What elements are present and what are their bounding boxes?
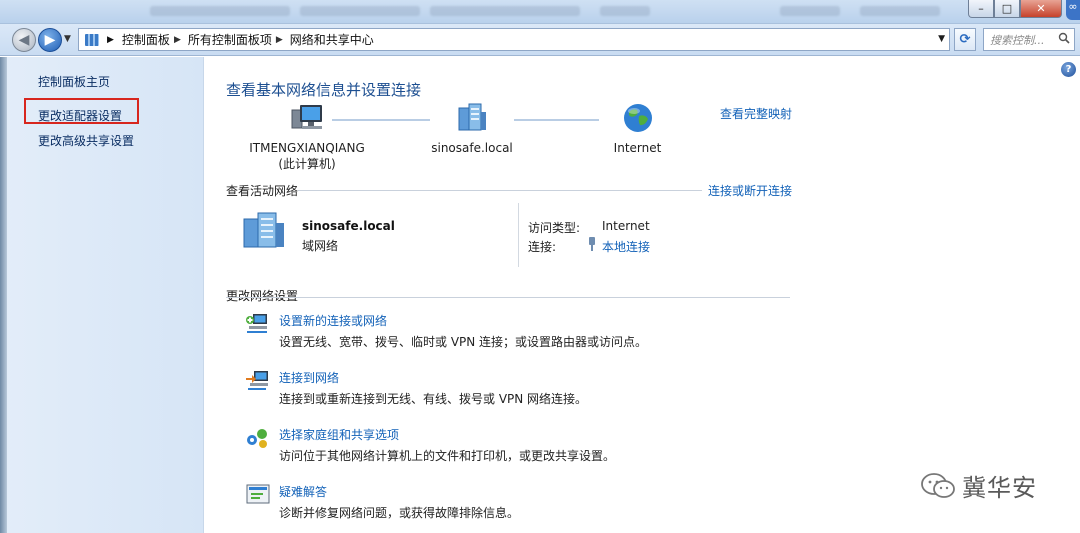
breadcrumb-network-center[interactable]: 网络和共享中心: [290, 31, 374, 48]
task-link[interactable]: 疑难解答: [279, 483, 327, 500]
globe-icon: [623, 104, 652, 132]
homegroup-icon: [247, 429, 267, 448]
domain-network-icon: [243, 212, 284, 248]
sidebar: 控制面板主页 更改适配器设置 更改高级共享设置: [0, 57, 204, 533]
help-icon[interactable]: ?: [1061, 62, 1076, 77]
network-category-link[interactable]: 域网络: [302, 237, 338, 254]
sidebar-item-home[interactable]: 控制面板主页: [38, 73, 110, 90]
back-button[interactable]: ◀: [12, 28, 36, 52]
breadcrumb-control-panel[interactable]: 控制面板 ▶: [122, 31, 188, 48]
close-button[interactable]: ✕: [1020, 0, 1062, 18]
breadcrumb-all-items[interactable]: 所有控制面板项 ▶: [188, 31, 290, 48]
connect-disconnect-link[interactable]: 连接或断开连接: [708, 182, 792, 199]
task-link[interactable]: 连接到网络: [279, 369, 339, 386]
watermark-text: 冀华安: [962, 474, 1037, 502]
domain-node[interactable]: sinosafe.local: [422, 102, 522, 156]
active-networks-heading: 查看活动网络: [226, 184, 299, 198]
view-full-map-link[interactable]: 查看完整映射: [720, 105, 792, 122]
section-divider: [226, 297, 790, 298]
change-settings-heading: 更改网络设置: [226, 289, 299, 303]
network-building-icon: [458, 103, 486, 131]
refresh-button[interactable]: ⟳: [954, 28, 976, 51]
task-description: 设置无线、宽带、拨号、临时或 VPN 连接；或设置路由器或访问点。: [279, 335, 648, 349]
search-icon[interactable]: [1058, 32, 1070, 44]
link-icon: ∞: [1066, 0, 1080, 20]
active-network-name: sinosafe.local: [302, 219, 395, 233]
computer-icon: [291, 105, 322, 129]
connect-network-icon: [246, 371, 268, 390]
computer-node[interactable]: ITMENGXIANQIANG (此计算机): [241, 102, 373, 172]
wechat-icon: [921, 472, 955, 498]
new-connection-icon: [246, 314, 267, 333]
vertical-divider: [518, 203, 519, 267]
local-connection-link[interactable]: 本地连接: [602, 238, 650, 255]
watermark: 冀华安: [920, 468, 1037, 503]
task-link[interactable]: 选择家庭组和共享选项: [279, 426, 399, 443]
navigation-bar: ◀ ▶ ▼ ▶ 控制面板 ▶ 所有控制面板项 ▶ 网络和共享中心 ▼ ⟳ 搜索控制.…: [0, 24, 1080, 56]
page-title: 查看基本网络信息并设置连接: [226, 81, 422, 99]
title-bar: – □ ✕ ∞: [0, 0, 1080, 24]
task-description: 连接到或重新连接到无线、有线、拨号或 VPN 网络连接。: [279, 392, 588, 406]
section-divider: [298, 190, 702, 191]
map-connector-line: [514, 119, 599, 121]
troubleshoot-icon: [246, 484, 270, 504]
search-input[interactable]: 搜索控制...: [983, 28, 1075, 51]
connection-label: 连接:: [528, 240, 557, 254]
ethernet-icon: [589, 237, 595, 251]
access-type-label: 访问类型:: [528, 221, 581, 235]
recent-pages-chevron-icon[interactable]: ▼: [64, 34, 71, 44]
main-content: ? 查看基本网络信息并设置连接 查看完整映射 ITMENGXIANQIANG (…: [205, 57, 1080, 533]
address-dropdown-icon[interactable]: ▼: [938, 34, 945, 44]
sidebar-item-advanced-sharing[interactable]: 更改高级共享设置: [38, 132, 134, 149]
maximize-button[interactable]: □: [994, 0, 1020, 18]
task-link[interactable]: 设置新的连接或网络: [279, 312, 387, 329]
minimize-button[interactable]: –: [968, 0, 994, 18]
task-description: 访问位于其他网络计算机上的文件和打印机，或更改共享设置。: [279, 449, 616, 463]
task-description: 诊断并修复网络问题，或获得故障排除信息。: [279, 506, 520, 520]
forward-button[interactable]: ▶: [38, 28, 62, 52]
address-bar[interactable]: ▶ 控制面板 ▶ 所有控制面板项 ▶ 网络和共享中心 ▼: [78, 28, 950, 51]
control-panel-icon: [85, 33, 99, 46]
access-type-value: Internet: [602, 219, 650, 233]
internet-node[interactable]: Internet: [600, 102, 675, 156]
breadcrumb-arrow-icon[interactable]: ▶: [107, 35, 114, 45]
sidebar-item-change-adapter[interactable]: 更改适配器设置: [38, 107, 122, 124]
